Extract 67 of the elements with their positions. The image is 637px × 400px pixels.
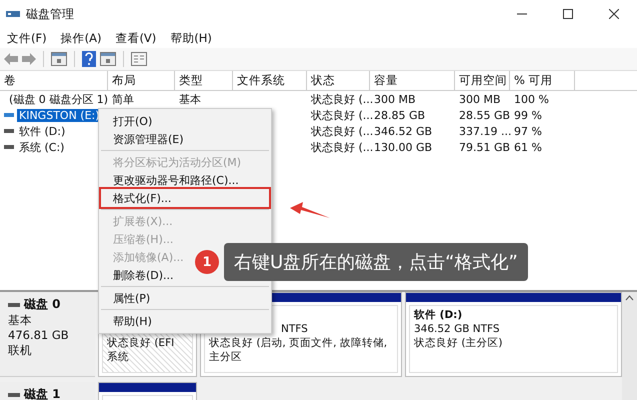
column-header[interactable]: % 可用 — [510, 71, 575, 90]
menu-item[interactable]: 查看(V) — [110, 30, 162, 46]
panel-icon[interactable] — [51, 52, 67, 66]
table-cell: 状态良好 (... — [311, 108, 374, 122]
partition-text: 状态良好 (启动, 页面文件, 故障转储, 主分区 — [209, 336, 388, 364]
column-header[interactable]: 可用空间 — [455, 71, 510, 90]
table-cell: 337.19 ... — [459, 124, 512, 138]
volume-name[interactable]: 系统 (C:) — [17, 140, 66, 154]
menu-item[interactable]: 文件(F) — [2, 30, 52, 46]
partition-text: 状态良好 (主分区) — [414, 336, 504, 350]
table-cell: 99 % — [514, 108, 542, 122]
menu-item[interactable]: 属性(P) — [111, 289, 152, 307]
close-icon[interactable] — [609, 9, 619, 19]
table-cell: 28.85 GB — [374, 108, 426, 122]
panel-icon[interactable] — [100, 52, 116, 66]
menu-item[interactable]: 格式化(F)... — [101, 189, 269, 207]
volume-name[interactable]: 软件 (D:) — [17, 124, 68, 138]
partition-text: NTFS — [280, 322, 309, 336]
table-cell: 100 % — [514, 92, 549, 106]
menu-item[interactable]: 资源管理器(E) — [111, 130, 186, 148]
table-cell: 状态良好 (... — [311, 140, 374, 154]
disk-name: 磁盘 1 — [24, 386, 61, 400]
table-cell: 97 % — [514, 124, 542, 138]
callout-text: 右键U盘所在的磁盘，点击“格式化” — [224, 243, 528, 281]
help-icon[interactable] — [82, 51, 96, 67]
column-header[interactable]: 类型 — [175, 71, 233, 90]
volume-name[interactable]: (磁盘 0 磁盘分区 1) — [7, 92, 110, 106]
partition-text: 软件 (D:) — [414, 308, 464, 322]
maximize-icon[interactable] — [563, 9, 573, 19]
table-cell: 130.00 GB — [374, 140, 432, 154]
table-cell: 61 % — [514, 140, 542, 154]
table-cell: 300 MB — [459, 92, 501, 106]
disk-management-icon — [6, 9, 20, 19]
menu-item[interactable]: 帮助(H) — [111, 312, 154, 330]
menu-item[interactable]: 操作(A) — [56, 30, 106, 46]
disk-info: 476.81 GB — [8, 328, 70, 343]
column-header[interactable]: 布局 — [108, 71, 175, 90]
partition-text: 状态良好 (EFI 系统 — [107, 336, 176, 364]
table-cell: 300 MB — [374, 92, 416, 106]
disk-info: 联机 — [8, 343, 33, 358]
scrollbar[interactable] — [622, 292, 637, 400]
table-cell: 状态良好 (... — [311, 92, 374, 106]
back-icon[interactable] — [4, 53, 18, 65]
menu-item[interactable]: 删除卷(D)... — [111, 266, 176, 284]
disk-info: 基本 — [8, 313, 33, 328]
partition-text: 346.52 GB NTFS — [414, 322, 501, 336]
column-header[interactable]: 状态 — [307, 71, 370, 90]
partition-panel[interactable]: 软件 (D:) 346.52 GB NTFS 状态良好 (主分区) — [405, 292, 622, 377]
table-cell: 79.51 GB — [459, 140, 510, 154]
column-header[interactable]: 文件系统 — [233, 71, 307, 90]
table-cell: 简单 — [112, 92, 134, 106]
volume-icon — [4, 113, 14, 117]
menu-item[interactable]: 更改驱动器号和路径(C)... — [111, 171, 241, 189]
menu-item[interactable]: 打开(O) — [111, 112, 154, 130]
table-cell: 状态良好 (... — [311, 124, 374, 138]
column-header[interactable]: 容量 — [370, 71, 455, 90]
volume-icon — [4, 145, 14, 149]
disk-name: 磁盘 0 — [24, 296, 61, 313]
column-header[interactable]: 卷 — [0, 71, 108, 90]
properties-icon[interactable] — [131, 52, 147, 66]
table-cell: 基本 — [179, 92, 201, 106]
forward-icon[interactable] — [22, 53, 36, 65]
volume-icon — [4, 129, 14, 133]
table-cell: 28.55 GB — [459, 108, 510, 122]
window-title: 磁盘管理 — [26, 6, 74, 22]
menu-item[interactable]: 帮助(H) — [165, 30, 217, 46]
table-cell: 346.52 GB — [374, 124, 432, 138]
